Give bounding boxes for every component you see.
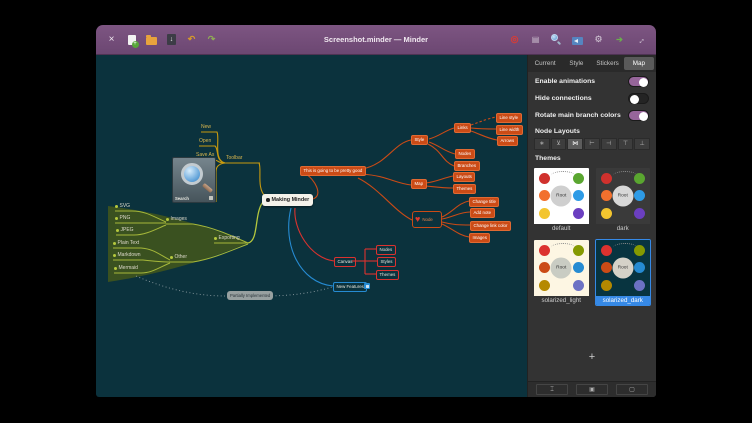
- map-node-layouts[interactable]: Layouts: [453, 172, 475, 182]
- fullscreen-button[interactable]: ↔: [631, 30, 650, 49]
- zoom-button[interactable]: [550, 33, 563, 47]
- mindmap-connections: [96, 55, 527, 397]
- hide-connections-toggle[interactable]: [628, 93, 649, 104]
- map-node-jpeg[interactable]: JPEG: [116, 227, 134, 234]
- theme-grid: Root default Root dark R: [528, 165, 656, 306]
- layout-vertical-button[interactable]: ⊻: [551, 138, 567, 150]
- layout-to-right-button[interactable]: ⊢: [584, 138, 600, 150]
- export-icon: ↓: [167, 34, 176, 45]
- search-icon: [551, 34, 562, 45]
- settings-button[interactable]: ⚙: [592, 33, 605, 47]
- map-node-arrows[interactable]: Arrows: [497, 136, 518, 146]
- map-node-canvas-themes[interactable]: Themes: [376, 270, 399, 280]
- map-node-canvas-nodes[interactable]: Nodes: [376, 245, 396, 255]
- map-node-canvas-styles[interactable]: Styles: [377, 257, 396, 267]
- enable-animations-toggle[interactable]: [628, 76, 649, 87]
- map-node-map[interactable]: Map: [411, 179, 427, 189]
- map-node-other[interactable]: Other: [170, 254, 187, 261]
- map-node-new[interactable]: New: [201, 124, 211, 131]
- hide-connections-row: Hide connections: [528, 91, 656, 106]
- sidebar: Current Style Stickers Map Enable animat…: [527, 55, 656, 397]
- theme-card-solarized-light[interactable]: Root solarized_light: [533, 239, 590, 306]
- map-node-line-style[interactable]: Line style: [496, 113, 522, 123]
- new-document-button[interactable]: [125, 33, 138, 47]
- map-node-toolbar[interactable]: Toolbar: [226, 155, 242, 162]
- share-button[interactable]: ➔: [613, 33, 626, 47]
- tab-current[interactable]: Current: [530, 57, 560, 70]
- map-node-themes[interactable]: Themes: [453, 184, 476, 194]
- map-node-style[interactable]: Style: [411, 135, 428, 145]
- map-node-search-image[interactable]: Search: [172, 157, 216, 203]
- export-image-button[interactable]: [571, 33, 584, 47]
- export-button[interactable]: ↓: [165, 33, 178, 47]
- heart-icon: ♥: [415, 215, 420, 224]
- theme-card-default[interactable]: Root default: [533, 167, 590, 234]
- add-theme-button[interactable]: +: [528, 350, 656, 364]
- tab-stickers[interactable]: Stickers: [593, 57, 623, 70]
- tab-map[interactable]: Map: [624, 57, 654, 70]
- theme-card-dark[interactable]: Root dark: [595, 167, 652, 234]
- magnifier-handle: [202, 183, 213, 193]
- map-node-change-link-color[interactable]: Change link color: [470, 221, 511, 231]
- frame-tool-button[interactable]: ▢: [616, 384, 648, 395]
- app-window: × ↓ ↶ ↷ Screenshot.minder — Minder ◎ ▤ ⚙…: [96, 25, 656, 397]
- root-sticker-dot: [266, 198, 270, 202]
- map-node-heart[interactable]: ♥ Node: [412, 211, 442, 228]
- map-node-nodes[interactable]: Nodes: [455, 149, 475, 159]
- map-node-line-width[interactable]: Line width: [496, 125, 523, 135]
- rotate-branch-colors-toggle[interactable]: [628, 110, 649, 121]
- map-node-mermaid[interactable]: Mermaid: [114, 265, 138, 272]
- close-button[interactable]: ×: [105, 33, 118, 47]
- focus-mode-button[interactable]: ◎: [508, 33, 521, 47]
- layout-to-left-button[interactable]: ⊣: [601, 138, 617, 150]
- map-node-exporting[interactable]: Exporting: [214, 235, 240, 242]
- map-node-pretty-good[interactable]: This is going to be pretty good: [300, 166, 366, 176]
- map-node-svg[interactable]: SVG: [115, 203, 130, 210]
- mindmap-canvas[interactable]: Making Minder Toolbar New Open Save As S…: [96, 55, 527, 397]
- sidebar-actionbar: ⌶ ▣ ▢: [528, 381, 656, 397]
- map-node-add-note[interactable]: Add note: [470, 208, 495, 218]
- sticker-icon: [364, 283, 370, 289]
- node-layouts-heading: Node Layouts: [528, 123, 656, 138]
- map-node-plain-text[interactable]: Plain Text: [113, 240, 139, 247]
- note-icon: [209, 196, 213, 200]
- layout-manual-button[interactable]: ∗: [534, 138, 550, 150]
- tab-style[interactable]: Style: [561, 57, 591, 70]
- theme-card-solarized-dark[interactable]: Root solarized_dark: [595, 239, 652, 306]
- map-node-new-features[interactable]: New Features: [333, 282, 367, 292]
- map-node-branches[interactable]: Branches: [454, 161, 480, 171]
- map-node-images[interactable]: Images: [166, 216, 187, 223]
- text-tool-button[interactable]: ⌶: [536, 384, 568, 395]
- enable-animations-row: Enable animations: [528, 74, 656, 89]
- map-node-png[interactable]: PNG: [115, 215, 130, 222]
- open-button[interactable]: [145, 33, 158, 47]
- layout-downward-button[interactable]: ⊤: [618, 138, 634, 150]
- image-icon: [572, 37, 583, 45]
- map-node-canvas[interactable]: Canvas: [334, 257, 356, 267]
- connection-title[interactable]: Partially Implemented: [227, 291, 273, 300]
- themes-heading: Themes: [528, 150, 656, 165]
- map-node-links[interactable]: Links: [454, 123, 471, 133]
- folder-icon: [146, 37, 157, 45]
- map-node-root[interactable]: Making Minder: [262, 194, 313, 206]
- layout-upward-button[interactable]: ⊥: [634, 138, 650, 150]
- image-tool-button[interactable]: ▣: [576, 384, 608, 395]
- sidebar-tabs: Current Style Stickers Map: [528, 55, 656, 72]
- map-node-markdown[interactable]: Markdown: [113, 252, 141, 259]
- titlebar: × ↓ ↶ ↷ Screenshot.minder — Minder ◎ ▤ ⚙…: [96, 25, 656, 55]
- new-document-icon: [128, 35, 136, 45]
- map-node-open[interactable]: Open: [199, 138, 211, 145]
- redo-button[interactable]: ↷: [205, 33, 218, 47]
- map-node-change-title[interactable]: Change title: [469, 197, 499, 207]
- rotate-branch-colors-row: Rotate main branch colors: [528, 108, 656, 123]
- map-node-heart-images[interactable]: Images: [469, 233, 490, 243]
- magnifier-icon: [181, 163, 203, 185]
- outline-button[interactable]: ▤: [529, 33, 542, 47]
- layout-horizontal-button[interactable]: ⋈: [567, 138, 583, 150]
- undo-button[interactable]: ↶: [185, 33, 198, 47]
- node-layouts-bar: ∗ ⊻ ⋈ ⊢ ⊣ ⊤ ⊥: [528, 138, 656, 150]
